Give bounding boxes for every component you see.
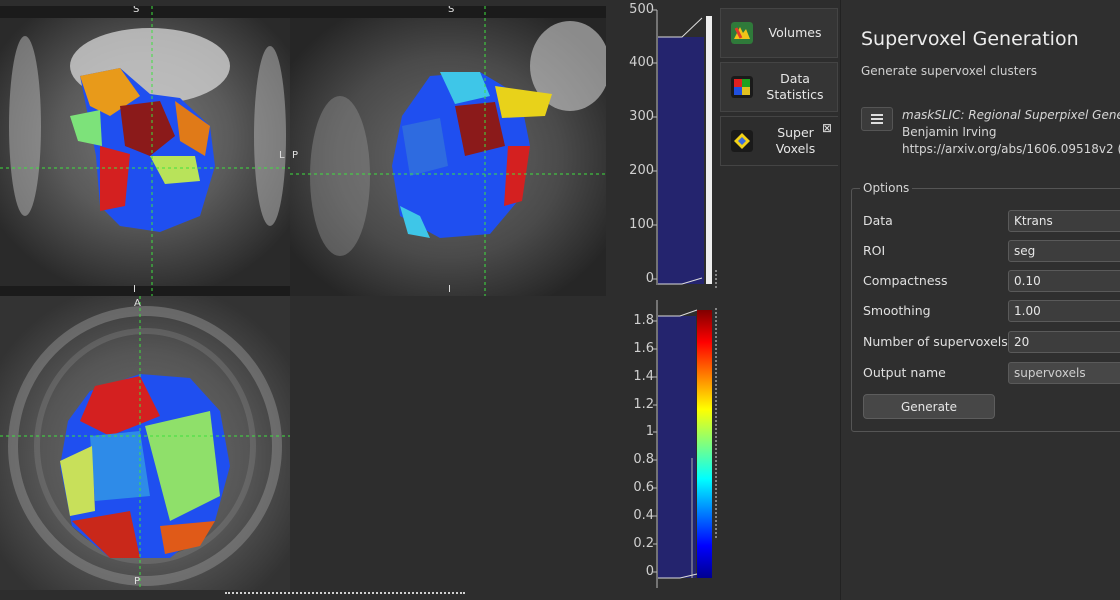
splitter-handle[interactable]: [225, 592, 465, 594]
smoothing-spinbox[interactable]: 1.00 ▲▼: [1008, 300, 1120, 322]
output-name-input[interactable]: supervoxels: [1008, 362, 1120, 384]
histogram-bottom[interactable]: 1.8 1.6 1.4 1.2 1 0.8 0.6 0.4 0.2 0: [620, 298, 720, 600]
tick-label: 100: [629, 217, 654, 232]
document-icon: [871, 114, 883, 124]
generate-button[interactable]: Generate: [863, 394, 995, 419]
data-statistics-icon: [731, 76, 753, 98]
coronal-view[interactable]: S I L: [0, 6, 290, 296]
tick-label: 1.4: [633, 369, 654, 384]
smoothing-value: 1.00: [1014, 304, 1041, 318]
tick-label: 0.4: [633, 508, 654, 523]
tick-label: 1: [645, 424, 654, 439]
sagittal-image: [290, 6, 606, 296]
tick-label: 0: [645, 271, 654, 286]
orientation-top: S: [133, 6, 140, 15]
compactness-label: Compactness: [863, 273, 948, 288]
options-group: Options Data Ktrans ROI seg Compactness …: [851, 181, 1120, 432]
roi-label: ROI: [863, 243, 886, 258]
citation-title: maskSLIC: Regional Superpixel Genera: [902, 108, 1120, 122]
output-name-value: supervoxels: [1014, 366, 1086, 380]
super-voxels-icon: [731, 130, 753, 152]
tab-volumes[interactable]: Volumes: [720, 8, 838, 58]
tab-data-statistics[interactable]: Data Statistics: [720, 62, 838, 112]
orientation-bottom: I: [133, 284, 136, 295]
compactness-spinbox[interactable]: 0.10 ▲▼: [1008, 270, 1120, 292]
close-tab-icon[interactable]: ⊠: [822, 121, 832, 135]
tick-label: 0.6: [633, 480, 654, 495]
coronal-image: [0, 6, 290, 296]
tab-label: Data Statistics: [766, 71, 824, 102]
sagittal-view[interactable]: S I P: [290, 6, 606, 296]
panel-title: Supervoxel Generation: [861, 28, 1079, 50]
citation-url: https://arxiv.org/abs/1606.09518v2 (2: [902, 142, 1120, 156]
num-supervoxels-label: Number of supervoxels: [863, 334, 1008, 349]
histogram-panel: 500 400 300 200 100 0 1.8 1.6 1.4 1.2 1 …: [620, 0, 720, 600]
data-label: Data: [863, 213, 893, 228]
data-select[interactable]: Ktrans: [1008, 210, 1120, 232]
citation-author: Benjamin Irving: [902, 125, 997, 139]
tick-label: 0: [645, 564, 654, 579]
histogram-top[interactable]: 500 400 300 200 100 0: [620, 0, 720, 295]
tick-label: 1.6: [633, 341, 654, 356]
orientation-bottom: P: [134, 576, 141, 587]
tab-label: Volumes: [768, 25, 822, 40]
orientation-top: A: [134, 298, 141, 309]
roi-select[interactable]: seg: [1008, 240, 1120, 262]
tick-label: 1.2: [633, 397, 654, 412]
tick-label: 0.2: [633, 536, 654, 551]
orientation-left: P: [292, 150, 299, 161]
orientation-bottom: I: [448, 284, 451, 295]
tick-label: 400: [629, 55, 654, 70]
num-supervoxels-spinbox[interactable]: 20 ▲▼: [1008, 331, 1120, 353]
widget-tabs: Volumes Data Statistics Super Voxels ⊠: [720, 0, 840, 600]
compactness-value: 0.10: [1014, 274, 1041, 288]
num-supervoxels-value: 20: [1014, 335, 1030, 349]
tick-label: 500: [629, 2, 654, 17]
panel-subtitle: Generate supervoxel clusters: [861, 64, 1038, 78]
options-legend: Options: [860, 181, 913, 195]
tick-label: 300: [629, 109, 654, 124]
supervoxel-panel: Supervoxel Generation Generate supervoxe…: [840, 0, 1120, 600]
histogram-top-plot: [653, 9, 717, 290]
smoothing-label: Smoothing: [863, 303, 931, 318]
tab-super-voxels[interactable]: Super Voxels ⊠: [720, 116, 838, 166]
tick-label: 0.8: [633, 452, 654, 467]
roi-select-value: seg: [1014, 244, 1036, 258]
tick-label: 200: [629, 163, 654, 178]
data-select-value: Ktrans: [1014, 214, 1053, 228]
axial-image: [0, 296, 290, 590]
axial-view[interactable]: A P: [0, 296, 290, 590]
orientation-right: L: [279, 150, 285, 161]
tick-label: 1.8: [633, 313, 654, 328]
citation-button[interactable]: [861, 107, 893, 131]
output-name-label: Output name: [863, 365, 946, 380]
volumes-icon: [731, 22, 753, 44]
orientation-top: S: [448, 6, 455, 15]
